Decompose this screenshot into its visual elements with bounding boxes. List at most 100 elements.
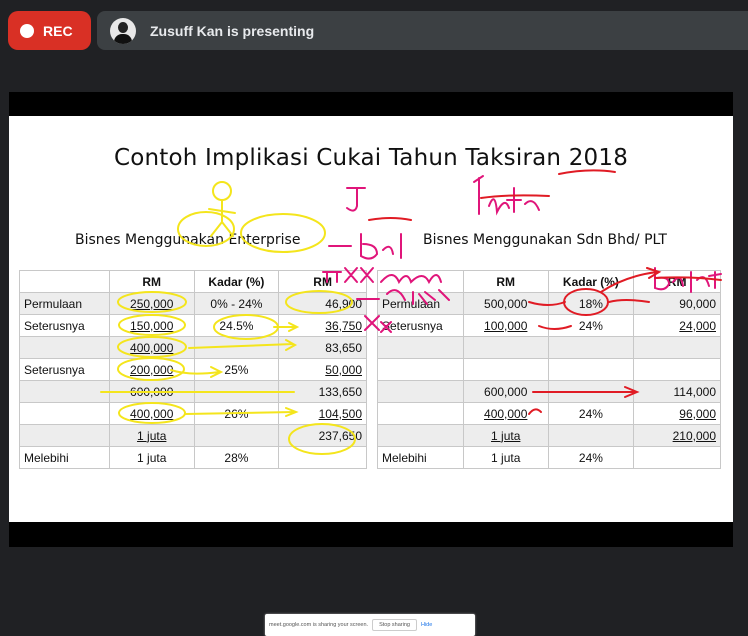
row-label [377, 336, 464, 359]
presenter-avatar [110, 17, 136, 44]
table-row: Seterusnya 100,000 24% 24,000 [377, 314, 721, 337]
table-cell: 400,000 [108, 336, 195, 359]
table-row: Melebihi 1 juta 24% [377, 446, 721, 469]
table-cell: 210,000 [633, 424, 721, 447]
enterprise-table: RM Kadar (%) RM Permulaan 250,000 0% - 24%… [19, 270, 367, 469]
sdn-bhd-table: RM Kadar (%) RM Permulaan 500,000 18% 90,00… [377, 270, 721, 469]
table-cell [547, 380, 635, 403]
row-label [19, 424, 110, 447]
table-row: Permulaan 250,000 0% - 24% 46,900 [19, 292, 367, 315]
table-cell: 400,000 [108, 402, 195, 425]
table-row [377, 358, 721, 381]
table-cell: 96,000 [633, 402, 721, 425]
table-cell: 500,000 [462, 292, 549, 315]
table-cell: 0% - 24% [193, 292, 280, 315]
table-cell: 24.5% [193, 314, 280, 337]
col-header: Kadar (%) [547, 270, 635, 293]
table-cell [193, 380, 280, 403]
table-cell: 24% [547, 402, 635, 425]
table-row [377, 336, 721, 359]
record-dot-icon [20, 23, 34, 38]
table-cell [278, 446, 367, 469]
table-row: Seterusnya 150,000 24.5% 36,750 [19, 314, 367, 337]
row-label: Seterusnya [19, 358, 110, 381]
table-cell: 600,000 [462, 380, 549, 403]
row-label: Permulaan [19, 292, 110, 315]
col-header [377, 270, 464, 293]
table-cell: 1 juta [462, 424, 549, 447]
table-row: 600,000 133,650 [19, 380, 367, 403]
row-label [377, 402, 464, 425]
row-label [19, 402, 110, 425]
table-cell: 200,000 [108, 358, 195, 381]
row-label [19, 336, 110, 359]
col-header: Kadar (%) [193, 270, 280, 293]
table-row: 400,000 26% 104,500 [19, 402, 367, 425]
table-cell: 18% [547, 292, 635, 315]
row-label: Melebihi [377, 446, 464, 469]
table-cell: 46,900 [278, 292, 367, 315]
col-header [19, 270, 110, 293]
table-cell [547, 336, 635, 359]
table-cell [633, 336, 721, 359]
row-label: Seterusnya [19, 314, 110, 337]
table-row: Permulaan 500,000 18% 90,000 [377, 292, 721, 315]
table-cell: 250,000 [108, 292, 195, 315]
table-row: 1 juta 210,000 [377, 424, 721, 447]
hide-button[interactable]: Hide [421, 622, 432, 628]
table-cell: 150,000 [108, 314, 195, 337]
right-heading: Bisnes Menggunakan Sdn Bhd/ PLT [423, 232, 667, 248]
row-label [19, 380, 110, 403]
table-cell: 104,500 [278, 402, 367, 425]
table-cell: 24% [547, 446, 635, 469]
table-row: Melebihi 1 juta 28% [19, 446, 367, 469]
shared-screen: Contoh Implikasi Cukai Tahun Taksiran 20… [9, 92, 733, 636]
table-cell: 114,000 [633, 380, 721, 403]
sharing-notification-bar: meet.google.com is sharing your screen. … [265, 614, 475, 636]
slide-title: Contoh Implikasi Cukai Tahun Taksiran 20… [113, 145, 629, 171]
table-cell [193, 336, 280, 359]
table-cell: 1 juta [108, 424, 195, 447]
table-cell: 36,750 [278, 314, 367, 337]
table-row: 600,000 114,000 [377, 380, 721, 403]
table-cell: 28% [193, 446, 280, 469]
table-cell: 133,650 [278, 380, 367, 403]
table-cell: 83,650 [278, 336, 367, 359]
table-cell: 237,650 [278, 424, 367, 447]
table-cell: 26% [193, 402, 280, 425]
table-cell: 24,000 [633, 314, 721, 337]
recording-indicator[interactable]: REC [8, 11, 91, 50]
table-cell: 24% [547, 314, 635, 337]
presenter-banner: Zusuff Kan is presenting [97, 11, 748, 50]
presenting-text: Zusuff Kan is presenting [150, 22, 315, 39]
row-label: Seterusnya [377, 314, 464, 337]
row-label [377, 380, 464, 403]
table-cell: 1 juta [462, 446, 549, 469]
table-row: Seterusnya 200,000 25% 50,000 [19, 358, 367, 381]
stop-sharing-button[interactable]: Stop sharing [372, 619, 417, 631]
col-header: RM [278, 270, 367, 293]
table-cell [633, 358, 721, 381]
table-cell: 50,000 [278, 358, 367, 381]
table-cell: 90,000 [633, 292, 721, 315]
table-row: 1 juta 237,650 [19, 424, 367, 447]
table-cell [633, 446, 721, 469]
row-label [377, 358, 464, 381]
table-cell: 600,000 [108, 380, 195, 403]
table-cell: 1 juta [108, 446, 195, 469]
left-heading: Bisnes Menggunakan Enterprise [75, 232, 301, 248]
table-cell: 100,000 [462, 314, 549, 337]
table-cell [462, 336, 549, 359]
row-label: Permulaan [377, 292, 464, 315]
table-cell: 25% [193, 358, 280, 381]
sharing-message: meet.google.com is sharing your screen. [269, 622, 369, 628]
col-header: RM [108, 270, 195, 293]
col-header: RM [462, 270, 549, 293]
row-label: Melebihi [19, 446, 110, 469]
table-row: 400,000 24% 96,000 [377, 402, 721, 425]
table-cell [193, 424, 280, 447]
meet-top-bar: REC Zusuff Kan is presenting [0, 0, 748, 90]
table-row: 400,000 83,650 [19, 336, 367, 359]
col-header: RM [633, 270, 721, 293]
row-label [377, 424, 464, 447]
